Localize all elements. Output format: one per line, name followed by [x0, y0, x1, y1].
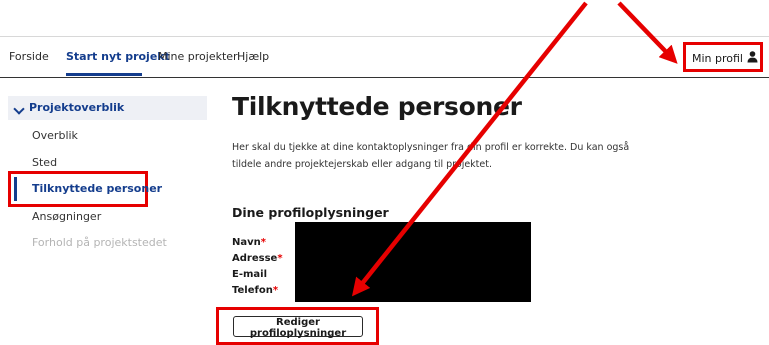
redacted-profile-values — [295, 222, 531, 302]
required-asterisk: * — [272, 285, 279, 296]
field-label-email: E-mail — [232, 269, 268, 280]
sidebar-item-forhold-paa-projektstedet: Forhold på projektstedet — [32, 236, 167, 249]
field-label-telefon: Telefon* — [232, 285, 279, 296]
section-title: Dine profiloplysninger — [232, 205, 389, 220]
intro-text: Her skal du tjekke at dine kontaktoplysn… — [232, 142, 630, 170]
sidebar-item-sted[interactable]: Sted — [32, 156, 57, 169]
profile-button[interactable]: Min profil — [683, 42, 763, 72]
person-icon — [747, 51, 758, 63]
top-navigation: Forside Start nyt projekt Mine projekter… — [0, 37, 769, 78]
sidebar-heading-projektoverblik[interactable]: Projektoverblik — [8, 96, 207, 120]
field-label-navn: Navn* — [232, 237, 266, 248]
sidebar-item-tilknyttede-personer[interactable]: Tilknyttede personer — [8, 171, 162, 207]
nav-item-mine-projekter[interactable]: Mine projekter — [158, 50, 238, 63]
sidebar-item-overblik[interactable]: Overblik — [32, 129, 78, 142]
required-asterisk: * — [277, 253, 283, 264]
active-nav-indicator — [66, 73, 142, 76]
nav-item-start-nyt-projekt[interactable]: Start nyt projekt — [66, 50, 170, 63]
required-asterisk: * — [260, 237, 266, 248]
sidebar-heading-label: Projektoverblik — [29, 101, 125, 114]
sidebar-item-label: Tilknyttede personer — [32, 182, 163, 195]
chevron-down-icon — [13, 103, 25, 115]
profile-label: Min profil — [692, 52, 743, 65]
edit-profile-button[interactable]: Rediger profiloplysninger — [233, 316, 363, 339]
field-label-adresse: Adresse* — [232, 253, 283, 264]
active-item-indicator — [14, 177, 17, 201]
page-title: Tilknyttede personer — [232, 92, 522, 121]
sidebar-item-ansoegninger[interactable]: Ansøgninger — [32, 210, 101, 223]
nav-item-hjaelp[interactable]: Hjælp — [237, 50, 269, 63]
nav-item-forside[interactable]: Forside — [9, 50, 49, 63]
edit-button-highlight: Rediger profiloplysninger — [216, 307, 379, 345]
